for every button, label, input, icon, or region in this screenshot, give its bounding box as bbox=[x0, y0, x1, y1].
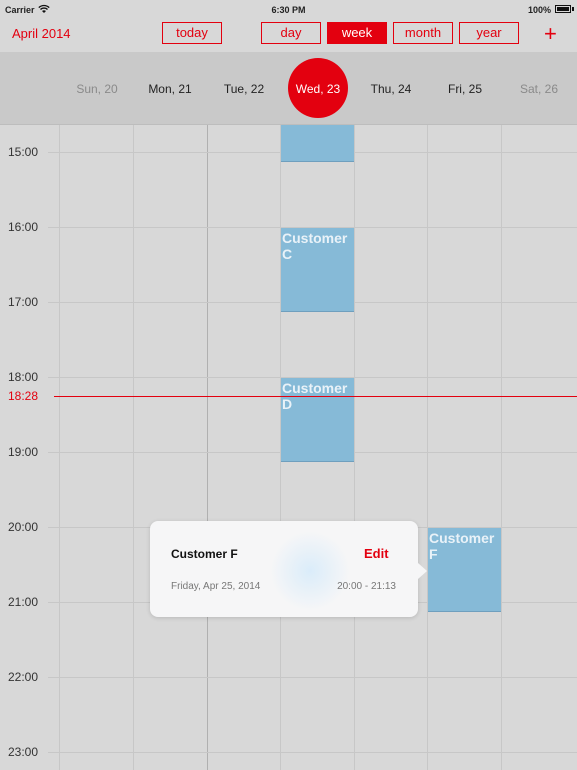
battery-tip bbox=[572, 7, 574, 11]
hour-label: 18:00 bbox=[8, 370, 39, 384]
add-event-button[interactable]: + bbox=[544, 22, 557, 46]
today-button[interactable]: today bbox=[162, 22, 222, 44]
column-divider bbox=[59, 125, 60, 770]
hour-label: 19:00 bbox=[8, 445, 39, 459]
column-divider bbox=[427, 125, 428, 770]
touch-highlight bbox=[270, 531, 350, 611]
week-days-header: Sun, 20 Mon, 21 Tue, 22 Wed, 23 Thu, 24 … bbox=[0, 52, 577, 125]
hour-label: 23:00 bbox=[8, 745, 39, 759]
toolbar: April 2014 today day week month year + bbox=[0, 20, 577, 52]
hour-label: 20:00 bbox=[8, 520, 39, 534]
hour-line bbox=[48, 677, 577, 678]
popover-time-range: 20:00 - 21:13 bbox=[337, 581, 396, 592]
event-block[interactable]: Customer F bbox=[428, 528, 501, 612]
popover-title: Customer F bbox=[171, 547, 238, 561]
day-view-button[interactable]: day bbox=[261, 22, 321, 44]
event-title: Customer F bbox=[429, 530, 495, 562]
current-time-label: 18:28 bbox=[8, 389, 39, 403]
day-header-tue[interactable]: Tue, 22 bbox=[207, 82, 281, 96]
event-block[interactable] bbox=[281, 125, 354, 162]
status-bar: Carrier 6:30 PM 100% bbox=[0, 0, 577, 20]
hour-label: 16:00 bbox=[8, 220, 39, 234]
event-title: Customer C bbox=[282, 230, 348, 262]
event-block[interactable]: Customer C bbox=[281, 228, 354, 312]
event-popover[interactable]: Customer F Edit Friday, Apr 25, 2014 20:… bbox=[150, 521, 427, 617]
hour-label: 21:00 bbox=[8, 595, 39, 609]
popover-arrow bbox=[418, 563, 427, 579]
week-view-button[interactable]: week bbox=[327, 22, 387, 44]
day-header-wed[interactable]: Wed, 23 bbox=[281, 82, 355, 96]
hour-label: 15:00 bbox=[8, 145, 39, 159]
battery-icon bbox=[555, 5, 571, 13]
current-time-line bbox=[54, 396, 577, 397]
column-divider bbox=[207, 125, 208, 770]
popover-date: Friday, Apr 25, 2014 bbox=[171, 581, 261, 592]
day-header-fri[interactable]: Fri, 25 bbox=[428, 82, 502, 96]
hour-line bbox=[48, 752, 577, 753]
month-view-button[interactable]: month bbox=[393, 22, 453, 44]
day-header-sat[interactable]: Sat, 26 bbox=[502, 82, 576, 96]
week-time-grid[interactable]: 15:00 16:00 17:00 18:00 19:00 20:00 21:0… bbox=[0, 125, 577, 770]
day-header-mon[interactable]: Mon, 21 bbox=[133, 82, 207, 96]
hour-label: 22:00 bbox=[8, 670, 39, 684]
edit-button[interactable]: Edit bbox=[364, 546, 389, 561]
day-header-sun[interactable]: Sun, 20 bbox=[60, 82, 134, 96]
column-divider bbox=[133, 125, 134, 770]
day-header-thu[interactable]: Thu, 24 bbox=[354, 82, 428, 96]
battery-percent: 100% bbox=[527, 5, 551, 15]
hour-label: 17:00 bbox=[8, 295, 39, 309]
event-block[interactable]: Customer D bbox=[281, 378, 354, 462]
column-divider bbox=[354, 125, 355, 770]
month-title[interactable]: April 2014 bbox=[12, 26, 71, 41]
status-time: 6:30 PM bbox=[271, 5, 306, 15]
year-view-button[interactable]: year bbox=[459, 22, 519, 44]
column-divider bbox=[501, 125, 502, 770]
